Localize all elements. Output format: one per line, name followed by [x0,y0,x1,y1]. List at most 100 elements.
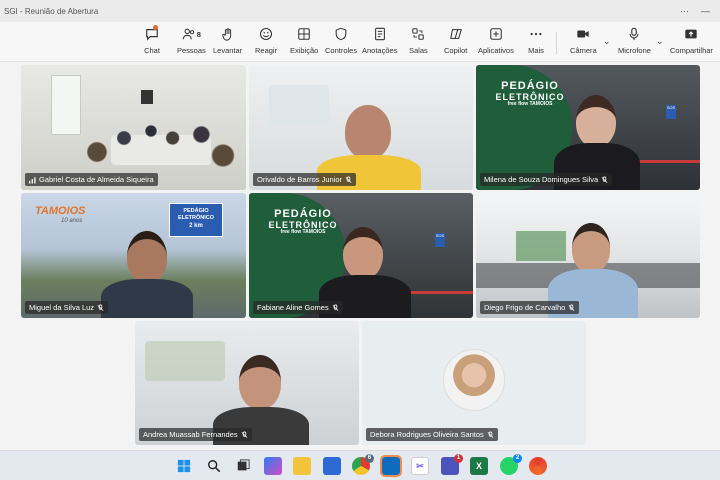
widgets-icon[interactable] [264,457,282,475]
participant-nameplate: Fabiane Aline Gomes [253,301,343,314]
microphone-button[interactable]: Microfone [618,25,651,55]
mic-muted-icon [568,304,575,311]
smiley-icon [257,25,275,43]
react-button[interactable]: Reagir [255,25,277,55]
participant-name: Diego Frigo de Carvalho [484,303,566,312]
react-label: Reagir [255,46,278,55]
video-tile[interactable]: Diego Frigo de Carvalho [476,193,700,318]
participant-face [239,355,281,409]
share-icon [682,25,700,43]
participant-face [127,231,167,283]
free-flow-text: free flow [507,100,529,107]
camera-button[interactable]: Câmera [570,25,597,55]
copilot-button[interactable]: Copilot [444,25,467,55]
video-tile[interactable]: PEDÁGIO ELETRÔNICO free flow TAMOIOS SOS… [476,65,700,190]
notes-icon [371,25,389,43]
people-button[interactable]: 8 Pessoas [177,25,206,55]
tamoios-logo: TAMOIOS [35,205,86,217]
video-tile[interactable]: TAMOIOS 10 anos PEDÁGIO ELETRÔNICO 2 km … [21,193,246,318]
unread-dot [153,25,158,30]
people-icon: 8 [178,25,204,43]
view-label: Exibição [290,46,319,55]
controls-button[interactable]: Controles [325,25,357,55]
speaker-scenery [141,90,153,104]
app-icon[interactable] [529,457,547,475]
raise-hand-button[interactable]: Levantar [213,25,242,55]
whatsapp-icon[interactable]: 2 [500,454,522,475]
tamoios-text: TAMOIOS [529,100,553,107]
windows-start-icon[interactable] [175,457,193,475]
toolbar-divider [556,32,557,54]
controls-label: Controles [325,46,358,55]
pedagio-text: PEDÁGIO [274,208,332,220]
add-apps-icon [487,25,505,43]
task-view-icon[interactable] [234,457,252,475]
tamoios-text: TAMOIOS [302,228,326,235]
grid-view-icon [295,25,313,43]
microphone-label: Microfone [618,46,651,55]
apps-button[interactable]: Aplicativos [478,25,514,55]
video-tile[interactable]: Andrea Muassab Fernandes [135,321,359,445]
search-icon[interactable] [205,457,223,475]
more-button[interactable]: Mais [527,25,545,55]
share-button[interactable]: Compartilhar [670,25,713,55]
video-gallery: Gabriel Costa de Almeida Siqueira Orival… [0,62,720,450]
camera-label: Câmera [570,46,597,55]
participant-nameplate: Gabriel Costa de Almeida Siqueira [25,173,158,186]
rooms-button[interactable]: Salas [409,25,428,55]
sos-sign: SOS [435,233,445,247]
excel-icon[interactable]: X [470,457,488,475]
people-label: Pessoas [177,46,206,55]
camera-icon [574,25,592,43]
signal-bars-icon [29,176,36,183]
video-tile[interactable]: Orivaldo de Barros Junior [249,65,473,190]
more-label: Mais [528,46,544,55]
video-tile[interactable]: Debora Rodrigues Oliveira Santos [362,321,586,445]
chat-button[interactable]: Chat [143,25,161,55]
apps-label: Aplicativos [478,46,514,55]
participant-face [345,105,391,159]
pedagio-logo: PEDÁGIO ELETRÔNICO free flow TAMOIOS [494,80,566,107]
teams-notification-badge: 1 [454,454,463,463]
notes-button[interactable]: Anotações [362,25,397,55]
store-icon[interactable] [323,457,341,475]
mic-muted-icon [601,176,608,183]
copilot-label: Copilot [444,46,468,55]
minimize-icon[interactable]: — [701,6,710,16]
participant-name: Milena de Souza Domingues Silva [484,175,599,184]
mic-muted-icon [345,176,352,183]
video-tile[interactable]: Gabriel Costa de Almeida Siqueira [21,65,246,190]
snipping-tool-icon[interactable]: ✂ [411,457,429,475]
more-options-icon[interactable]: ··· [680,6,689,16]
attendees-scenery [61,110,241,180]
meeting-toolbar: Chat 8 Pessoas Levantar Reagir Exibição … [0,22,720,62]
avatar [443,349,505,411]
chrome-icon[interactable]: 6 [352,454,374,475]
raise-hand-label: Levantar [213,46,243,55]
office-wall-scenery [516,231,566,261]
video-tile[interactable]: PEDÁGIO ELETRÔNICO free flow TAMOIOS SOS… [249,193,473,318]
participant-face [572,223,610,273]
participant-name: Andrea Muassab Fernandes [143,430,238,439]
window-title: SGI - Reunião de Abertura [4,6,99,16]
teams-icon[interactable]: 1 [441,454,463,475]
rooms-icon [409,25,427,43]
camera-options-chevron-icon[interactable]: ⌄ [603,36,611,47]
highway-sign: PEDÁGIO ELETRÔNICO 2 km [169,203,223,237]
view-button[interactable]: Exibição [290,25,318,55]
participant-name: Gabriel Costa de Almeida Siqueira [39,175,154,184]
participant-name: Fabiane Aline Gomes [257,303,329,312]
taskbar: 6 ✂ 1 X 2 [0,450,720,480]
sign-distance: 2 km [189,223,203,230]
participant-face [343,227,383,279]
people-count: 8 [196,29,201,39]
chrome-notification-badge: 6 [365,454,374,463]
file-explorer-icon[interactable] [293,457,311,475]
notes-label: Anotações [362,46,398,55]
sign-line-2: ELETRÔNICO [177,214,215,221]
window-title-bar: SGI - Reunião de Abertura ··· — [0,0,720,22]
mic-muted-icon [487,431,494,438]
microphone-options-chevron-icon[interactable]: ⌄ [656,36,664,47]
outlook-icon[interactable] [380,455,402,477]
pedagio-text: PEDÁGIO [501,80,559,92]
